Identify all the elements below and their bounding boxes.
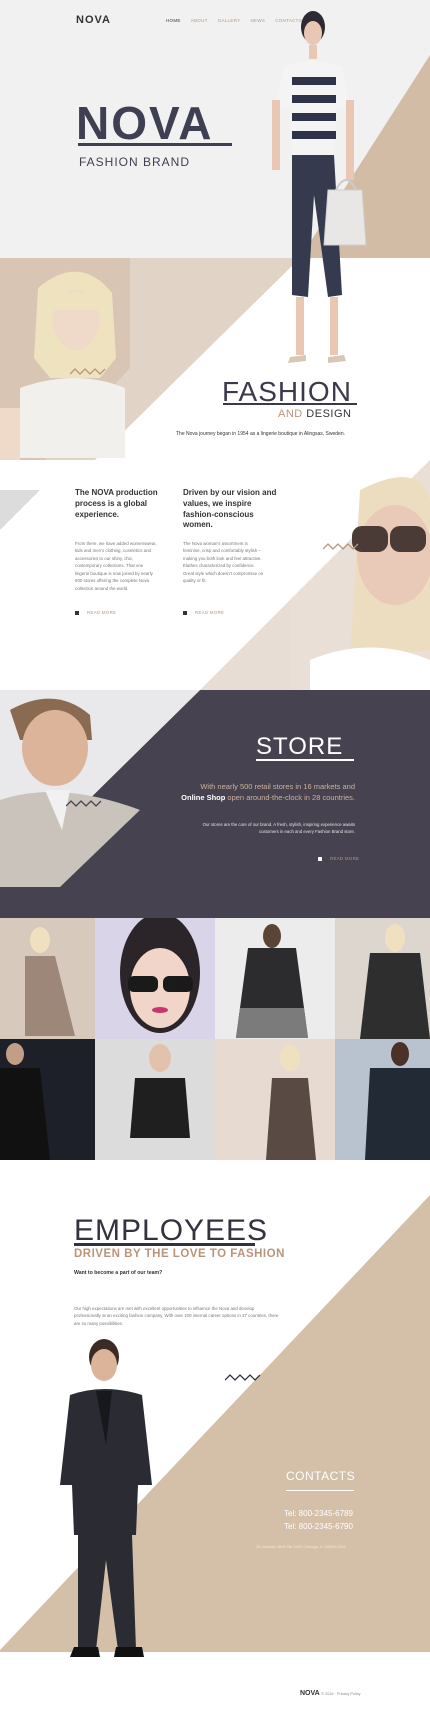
store-body: Our stores are the core of our brand. A … [202, 822, 355, 834]
contacts-address: 28 Jackson Blvd Ste 1020 Chicago, IL 606… [256, 1544, 346, 1549]
footer: NOVA © 2016 · Privacy Policy [300, 1690, 361, 1697]
store-intro-line1: With nearly 500 retail stores in 16 mark… [200, 782, 355, 791]
employee-model-photo [60, 1335, 180, 1665]
zigzag-ornament [70, 368, 106, 375]
main-nav: HOME ABOUT GALLERY NEWS CONTACTS [166, 18, 302, 23]
and-design-heading: AND DESIGN [278, 408, 351, 420]
column-1-body: From there, we have added womenswear, ki… [75, 541, 157, 591]
contacts-title: CONTACTS [286, 1469, 356, 1483]
employees-underline [74, 1243, 255, 1246]
column-1-heading: The NOVA production process is a global … [75, 488, 158, 519]
nav-gallery[interactable]: GALLERY [218, 18, 241, 23]
column-1-read-more[interactable]: READ MORE [75, 610, 116, 615]
journey-text: The Nova journey began in 1954 as a ling… [176, 431, 346, 437]
gallery-grid [0, 918, 430, 1160]
employees-title: EMPLOYEES [74, 1214, 269, 1247]
store-underline [256, 759, 354, 761]
contacts-underline [286, 1490, 354, 1491]
nav-contacts[interactable]: CONTACTS [275, 18, 302, 23]
sunglasses-model-photo [290, 460, 430, 690]
employees-subtitle: DRIVEN BY THE LOVE TO FASHION [74, 1248, 285, 1260]
store-online-shop: Online Shop [181, 793, 226, 803]
column-2-read-more[interactable]: READ MORE [183, 610, 224, 615]
employees-question: Want to become a part of our team? [74, 1270, 163, 1276]
employees-body: Our high expectations are met with excel… [74, 1306, 279, 1326]
fashion-underline [223, 403, 357, 405]
store-read-more[interactable]: READ MORE [318, 856, 359, 861]
header-logo[interactable]: NOVA [76, 14, 111, 26]
zigzag-ornament-2 [323, 543, 359, 550]
hero-subtitle: FASHION BRAND [79, 155, 191, 169]
footer-brand[interactable]: NOVA [300, 1690, 320, 1697]
contacts-tel-2[interactable]: Tel: 800-2345-6790 [284, 1522, 353, 1531]
zigzag-ornament-3 [66, 800, 102, 807]
store-intro-line2: open around-the-clock in 28 countries. [227, 793, 355, 803]
column-2-heading: Driven by our vision and values, we insp… [183, 488, 277, 530]
footer-copyright[interactable]: © 2016 · Privacy Policy [321, 1692, 360, 1696]
hero-title: NOVA [76, 97, 214, 149]
nav-home[interactable]: HOME [166, 18, 181, 23]
store-intro: With nearly 500 retail stores in 16 mark… [165, 781, 355, 804]
zigzag-ornament-4 [225, 1374, 261, 1381]
blonde-model-photo [0, 258, 130, 460]
store-title: STORE [256, 733, 344, 760]
design-word: DESIGN [306, 408, 352, 420]
nav-news[interactable]: NEWS [251, 18, 266, 23]
and-word: AND [278, 408, 303, 420]
hero-model-photo [262, 5, 380, 367]
column-2-body: The Nova woman's assortment is feminine,… [183, 541, 264, 584]
contacts-tel-1[interactable]: Tel: 800-2345-6789 [284, 1509, 353, 1518]
nav-about[interactable]: ABOUT [191, 18, 208, 23]
fashion-title: FASHION [222, 376, 352, 407]
hero-underline [78, 143, 232, 146]
